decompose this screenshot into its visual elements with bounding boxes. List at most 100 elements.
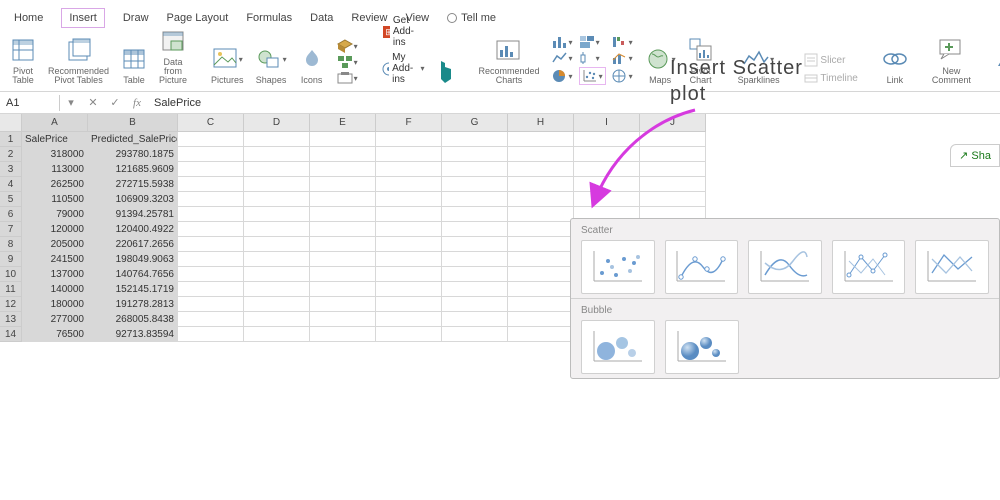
cell[interactable]: [178, 222, 244, 237]
cell[interactable]: [442, 192, 508, 207]
pie-chart-button[interactable]: ▾: [552, 67, 573, 85]
cell[interactable]: [244, 237, 310, 252]
cell[interactable]: [244, 162, 310, 177]
cell[interactable]: [508, 312, 574, 327]
cell[interactable]: [640, 162, 706, 177]
text-button[interactable]: A▾ Text: [995, 44, 1000, 85]
tab-draw[interactable]: Draw: [123, 12, 149, 24]
cell[interactable]: [574, 162, 640, 177]
cell[interactable]: [178, 282, 244, 297]
cell[interactable]: 113000: [22, 162, 88, 177]
cell[interactable]: [178, 177, 244, 192]
tab-formulas[interactable]: Formulas: [246, 12, 292, 24]
cell[interactable]: [310, 282, 376, 297]
tab-data[interactable]: Data: [310, 12, 333, 24]
waterfall-chart-button[interactable]: ▾: [612, 35, 633, 49]
cell[interactable]: 106909.3203: [88, 192, 178, 207]
cell[interactable]: [442, 267, 508, 282]
cell[interactable]: [244, 312, 310, 327]
formula-input[interactable]: SalePrice: [148, 95, 1000, 111]
cell[interactable]: 191278.2813: [88, 297, 178, 312]
cell[interactable]: [244, 207, 310, 222]
cell[interactable]: [310, 207, 376, 222]
recommended-charts-button[interactable]: Recommended Charts: [479, 35, 540, 85]
row-header[interactable]: 9: [0, 252, 22, 267]
icons-button[interactable]: Icons: [299, 44, 325, 85]
cell[interactable]: [508, 297, 574, 312]
cell[interactable]: 198049.9063: [88, 252, 178, 267]
cell[interactable]: [442, 222, 508, 237]
line-chart-button[interactable]: ▾: [552, 51, 573, 65]
my-addins-button[interactable]: My Add-ins▾: [382, 52, 425, 85]
row-header[interactable]: 2: [0, 147, 22, 162]
row-header[interactable]: 6: [0, 207, 22, 222]
cell[interactable]: [376, 132, 442, 147]
cell[interactable]: [442, 132, 508, 147]
cell[interactable]: [442, 282, 508, 297]
cell[interactable]: [310, 147, 376, 162]
link-button[interactable]: Link: [882, 44, 908, 85]
row-header[interactable]: 3: [0, 162, 22, 177]
cell[interactable]: [376, 252, 442, 267]
cell[interactable]: [244, 192, 310, 207]
cell[interactable]: [508, 267, 574, 282]
cell[interactable]: [574, 147, 640, 162]
tab-page-layout[interactable]: Page Layout: [167, 12, 229, 24]
cancel-icon[interactable]: ✕: [82, 96, 104, 109]
column-header[interactable]: C: [178, 114, 244, 132]
cell[interactable]: 120000: [22, 222, 88, 237]
cell[interactable]: [376, 162, 442, 177]
cell[interactable]: [376, 282, 442, 297]
cell[interactable]: [178, 327, 244, 342]
cell[interactable]: [178, 252, 244, 267]
row-header[interactable]: 5: [0, 192, 22, 207]
cell[interactable]: [574, 192, 640, 207]
row-header[interactable]: 11: [0, 282, 22, 297]
cell[interactable]: [244, 177, 310, 192]
cell[interactable]: [376, 312, 442, 327]
cell[interactable]: [310, 132, 376, 147]
cell[interactable]: 140764.7656: [88, 267, 178, 282]
column-header[interactable]: A: [22, 114, 88, 132]
cell[interactable]: [310, 192, 376, 207]
cell[interactable]: 120400.4922: [88, 222, 178, 237]
row-header[interactable]: 8: [0, 237, 22, 252]
cell[interactable]: [244, 132, 310, 147]
cell[interactable]: 152145.1719: [88, 282, 178, 297]
cell[interactable]: [508, 147, 574, 162]
fx-icon[interactable]: fx: [126, 97, 148, 109]
shapes-button[interactable]: ▾ Shapes: [256, 44, 287, 85]
cell[interactable]: 79000: [22, 207, 88, 222]
cell[interactable]: 180000: [22, 297, 88, 312]
cell[interactable]: [178, 267, 244, 282]
cell[interactable]: [640, 132, 706, 147]
table-button[interactable]: Table: [121, 44, 147, 85]
cell[interactable]: [442, 147, 508, 162]
share-button[interactable]: ↗ Sha: [950, 144, 1000, 167]
cell[interactable]: [244, 282, 310, 297]
cell[interactable]: [376, 327, 442, 342]
cell[interactable]: 121685.9609: [88, 162, 178, 177]
cell[interactable]: [310, 177, 376, 192]
column-header[interactable]: D: [244, 114, 310, 132]
cell[interactable]: [442, 312, 508, 327]
cell[interactable]: [244, 222, 310, 237]
row-header[interactable]: 13: [0, 312, 22, 327]
namebox-dropdown-icon[interactable]: ▾: [60, 96, 82, 109]
cell[interactable]: [376, 237, 442, 252]
row-header[interactable]: 12: [0, 297, 22, 312]
cell[interactable]: 205000: [22, 237, 88, 252]
cell[interactable]: 268005.8438: [88, 312, 178, 327]
cell[interactable]: [442, 297, 508, 312]
cell[interactable]: [574, 177, 640, 192]
3d-models-button[interactable]: ▾: [337, 39, 358, 53]
tab-insert[interactable]: Insert: [61, 8, 105, 28]
scatter-option-markers[interactable]: [581, 240, 655, 294]
cell[interactable]: [574, 132, 640, 147]
cell[interactable]: [508, 327, 574, 342]
get-addins-button[interactable]: ⊞ Get Add-ins: [382, 15, 425, 48]
row-header[interactable]: 7: [0, 222, 22, 237]
cell[interactable]: [508, 222, 574, 237]
cell[interactable]: 277000: [22, 312, 88, 327]
cell[interactable]: [508, 237, 574, 252]
